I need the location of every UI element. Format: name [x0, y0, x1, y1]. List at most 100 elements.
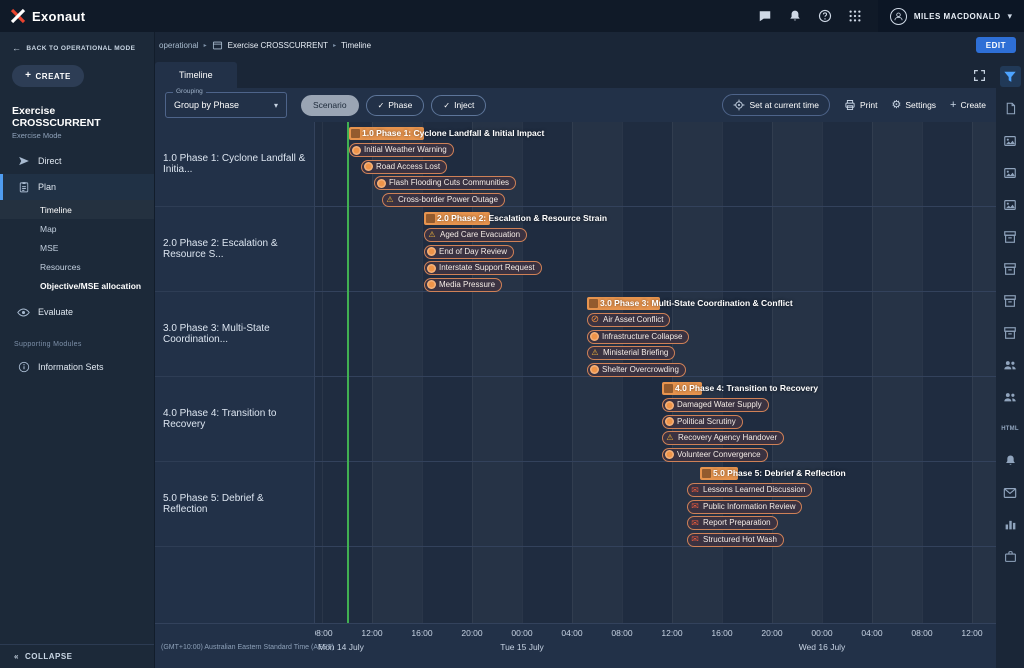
tab-timeline[interactable]: Timeline	[155, 62, 237, 88]
chevron-down-icon: ▾	[274, 101, 278, 110]
inject-label: Ministerial Briefing	[603, 349, 668, 357]
sidebar-item-resources[interactable]: Resources	[0, 257, 154, 276]
notifications-icon[interactable]	[1000, 450, 1021, 471]
axis-tick: 04:00	[561, 628, 582, 638]
phase-icon	[589, 299, 598, 308]
axis-tick: 16:00	[711, 628, 732, 638]
sidebar-item-information-sets[interactable]: Information Sets	[0, 354, 154, 380]
collapse-button[interactable]: « COLLAPSE	[0, 644, 154, 668]
reports-icon[interactable]	[1000, 514, 1021, 535]
row-label-text: 4.0 Phase 4: Transition to Recovery	[163, 408, 306, 430]
inject-pill[interactable]: Infrastructure Collapse	[587, 330, 689, 344]
chip-label: Scenario	[313, 100, 347, 110]
inject-pill[interactable]: ⊘Air Asset Conflict	[587, 313, 670, 327]
help-icon[interactable]	[818, 9, 832, 23]
archive-3-icon[interactable]	[1000, 290, 1021, 311]
nav-label: Direct	[38, 156, 62, 166]
inject-pill[interactable]: ✉Public Information Review	[687, 500, 802, 514]
filter-chip-scenario[interactable]: Scenario	[301, 95, 359, 116]
filter-icon[interactable]	[1000, 66, 1021, 87]
sidebar-item-direct[interactable]: Direct	[0, 148, 154, 174]
sidebar-item-objective-mse-allocation[interactable]: Objective/MSE allocation	[0, 276, 154, 295]
row-label[interactable]: 3.0 Phase 3: Multi-State Coordination...	[155, 292, 314, 377]
filter-chip-phase[interactable]: ✓Phase	[366, 95, 425, 116]
row-label[interactable]: 1.0 Phase 1: Cyclone Landfall & Initia..…	[155, 122, 314, 207]
archive-4-icon[interactable]	[1000, 322, 1021, 343]
time-axis: (GMT+10:00) Australian Eastern Standard …	[155, 623, 996, 668]
create-button[interactable]: + CREATE	[12, 65, 84, 87]
groups-1-icon[interactable]	[1000, 354, 1021, 375]
html-icon[interactable]: HTML	[1000, 418, 1021, 439]
sidebar-item-mse[interactable]: MSE	[0, 238, 154, 257]
inject-pill[interactable]: Road Access Lost	[361, 160, 447, 174]
breadcrumb-timeline[interactable]: Timeline	[341, 41, 371, 50]
tab-bar: Timeline	[155, 58, 996, 88]
grouping-select[interactable]: Grouping Group by Phase ▾	[165, 92, 287, 118]
media-3-icon[interactable]	[1000, 194, 1021, 215]
inject-pill[interactable]: Media Pressure	[424, 278, 502, 292]
archive-2-icon[interactable]	[1000, 258, 1021, 279]
row-label[interactable]: 4.0 Phase 4: Transition to Recovery	[155, 377, 314, 462]
inject-pill[interactable]: ⚠Ministerial Briefing	[587, 346, 675, 360]
timeline-toolbar: Grouping Group by Phase ▾ Scenario ✓Phase…	[155, 88, 996, 122]
inject-pill[interactable]: Shelter Overcrowding	[587, 363, 686, 377]
exonaut-logo[interactable]: Exonaut	[10, 8, 85, 24]
set-at-current-time-button[interactable]: Set at current time	[722, 94, 830, 116]
mail-icon: ✉	[690, 518, 700, 528]
breadcrumb-operational[interactable]: operational	[159, 41, 199, 50]
inject-pill[interactable]: End of Day Review	[424, 245, 514, 259]
inject-pill[interactable]: ✉Lessons Learned Discussion	[687, 483, 812, 497]
edit-button[interactable]: EDIT	[976, 37, 1016, 53]
timeline-row: 5.0 Phase 5: Debrief & Reflection ✉Lesson…	[315, 462, 996, 547]
sidebar-spacer	[0, 380, 154, 644]
fit-to-screen-icon[interactable]	[973, 69, 986, 82]
notifications-bell-icon[interactable]	[788, 9, 802, 23]
inject-pill[interactable]: Interstate Support Request	[424, 261, 542, 275]
mail-icon: ✉	[690, 502, 700, 512]
inject-label: Recovery Agency Handover	[678, 434, 777, 442]
breadcrumb-exercise[interactable]: Exercise CROSSCURRENT	[228, 41, 328, 50]
row-label[interactable]: 5.0 Phase 5: Debrief & Reflection	[155, 462, 314, 547]
axis-tick: 08:00	[911, 628, 932, 638]
row-label[interactable]: 2.0 Phase 2: Escalation & Resource S...	[155, 207, 314, 292]
inject-icon	[427, 264, 436, 273]
right-icon-rail: HTML	[996, 62, 1024, 668]
inject-pill[interactable]: Political Scrutiny	[662, 415, 743, 429]
inject-pill[interactable]: ⚠Cross-border Power Outage	[382, 193, 505, 207]
media-2-icon[interactable]	[1000, 162, 1021, 183]
messages-icon[interactable]	[1000, 482, 1021, 503]
settings-button[interactable]: ⚙ Settings	[891, 100, 936, 111]
inject-icon	[665, 450, 674, 459]
inject-pill[interactable]: ⚠Recovery Agency Handover	[662, 431, 784, 445]
inject-label: Shelter Overcrowding	[602, 366, 679, 374]
back-to-operational-link[interactable]: ← BACK TO OPERATIONAL MODE	[0, 32, 154, 57]
inject-label: Aged Care Evacuation	[440, 231, 520, 239]
sidebar-item-plan[interactable]: Plan	[0, 174, 154, 200]
document-icon[interactable]	[1000, 98, 1021, 119]
sidebar-item-evaluate[interactable]: Evaluate	[0, 299, 154, 325]
phase-icon	[426, 214, 435, 223]
inject-pill[interactable]: Damaged Water Supply	[662, 398, 769, 412]
filter-chip-inject[interactable]: ✓Inject	[431, 95, 486, 116]
sidebar-item-timeline[interactable]: Timeline	[0, 200, 154, 219]
chat-icon[interactable]	[758, 9, 772, 23]
inject-pill[interactable]: ✉Report Preparation	[687, 516, 778, 530]
inject-icon	[590, 332, 599, 341]
resources-icon[interactable]	[1000, 546, 1021, 567]
sidebar-item-map[interactable]: Map	[0, 219, 154, 238]
phase-label: 3.0 Phase 3: Multi-State Coordination & …	[600, 297, 793, 310]
inject-pill[interactable]: ✉Structured Hot Wash	[687, 533, 784, 547]
user-menu[interactable]: MILES MACDONALD ▾	[878, 0, 1024, 32]
archive-1-icon[interactable]	[1000, 226, 1021, 247]
inject-pill[interactable]: Volunteer Convergence	[662, 448, 768, 462]
inject-pill[interactable]: Initial Weather Warning	[349, 143, 454, 157]
inject-pill[interactable]: Flash Flooding Cuts Communities	[374, 176, 516, 190]
print-button[interactable]: Print	[844, 99, 877, 111]
phase-label: 5.0 Phase 5: Debrief & Reflection	[713, 467, 846, 480]
apps-grid-icon[interactable]	[848, 9, 862, 23]
axis-tick: 04:00	[861, 628, 882, 638]
create-inject-button[interactable]: + Create	[950, 100, 986, 111]
inject-pill[interactable]: ⚠Aged Care Evacuation	[424, 228, 527, 242]
media-1-icon[interactable]	[1000, 130, 1021, 151]
groups-2-icon[interactable]	[1000, 386, 1021, 407]
